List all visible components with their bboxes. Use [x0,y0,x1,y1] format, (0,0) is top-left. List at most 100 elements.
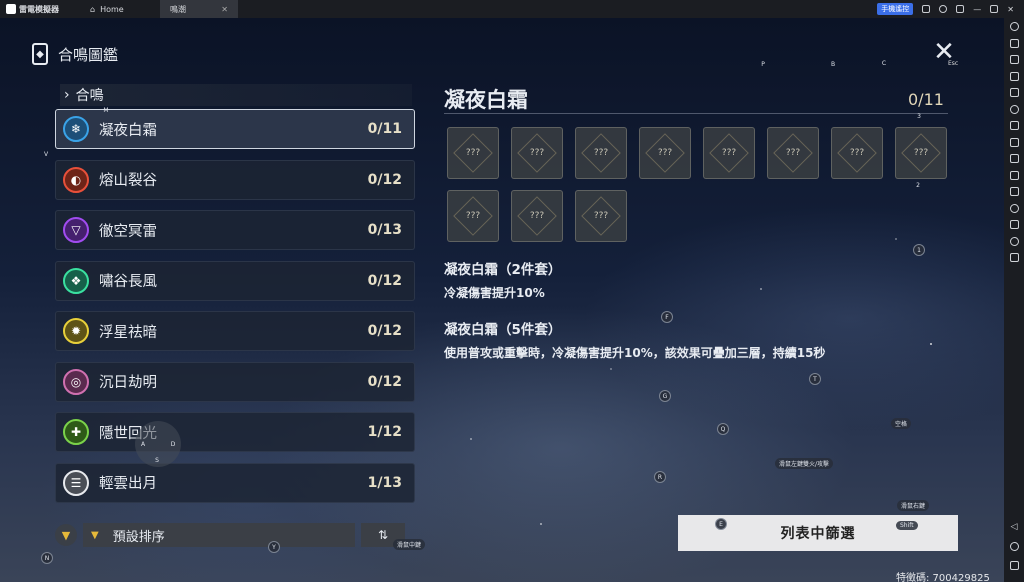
sonata-set-list: ❄ 凝夜白霜 0/11 ◐ 熔山裂谷 0/12 ▽ 徹空冥雷 0/13 ❖ 嘯谷… [55,109,415,513]
key-hint: 1 [913,244,925,256]
key-hint-label: 空格 [891,418,912,429]
set-item-molten[interactable]: ◐ 熔山裂谷 0/12 [55,159,415,200]
feature-code: 特徵碼: 700429825 [896,573,990,582]
healing-icon: ✚ [63,419,89,445]
key-hint: Q [717,423,729,435]
tab-game-label: 鳴潮 [170,4,186,14]
echo-slot-grid: ??? ??? ??? ??? ??? ??? ??? ??? ??? ??? … [447,127,947,242]
shake-icon[interactable] [1009,253,1019,262]
echo-slot[interactable]: ??? [895,127,947,179]
settings-icon[interactable] [1009,22,1019,31]
key-hint: M [103,106,109,114]
key-hint: G [659,390,671,402]
filter-icon[interactable]: ▼ [55,524,77,546]
detail-count: 0/11 [908,90,944,109]
multi-instance-icon[interactable] [1009,170,1019,180]
divider [444,113,948,114]
tab-home[interactable]: ⌂ Home [80,0,160,18]
echo-slot[interactable]: ??? [447,127,499,179]
key-hint: 3 [917,112,921,120]
screenshot-icon[interactable] [1009,121,1019,130]
set-name: 浮星祛暗 [99,324,157,341]
key-hint-label: 滑鼠中鍵 [393,539,426,550]
folder-icon[interactable] [1009,220,1019,229]
set-item-sierra-gale[interactable]: ❖ 嘯谷長風 0/12 [55,260,415,301]
key-hint: A [140,440,146,448]
fusion-icon: ◐ [63,166,89,193]
set-count: 0/12 [367,373,402,390]
key-hint: N [41,552,53,564]
echo-slot[interactable]: ??? [511,190,563,242]
bonus-5pc-title: 凝夜白霜（5件套） [444,322,562,338]
app-brand: 雷電模擬器 [0,4,80,15]
key-hint: E [715,518,727,530]
key-hint-label: 滑鼠右鍵 [897,500,930,511]
key-hint: F [661,311,673,323]
operation-record-icon[interactable] [1009,203,1019,213]
set-count: 0/12 [367,323,402,339]
section-header[interactable]: › 合鳴 [60,84,412,106]
echo-slot[interactable]: ??? [831,127,883,179]
key-hint: B [830,60,836,68]
echo-emblem-icon: ◆ [32,43,48,65]
home-nav-icon[interactable] [1009,542,1019,551]
remote-control-button[interactable]: 手機遙控 [877,3,914,15]
echo-slot[interactable]: ??? [575,127,627,179]
echo-slot[interactable]: ??? [703,127,755,179]
sync-icon[interactable] [1009,187,1019,196]
user-icon[interactable] [939,5,948,13]
echo-slot[interactable]: ??? [511,127,563,179]
recent-apps-icon[interactable] [1009,561,1019,570]
record-icon[interactable] [1009,137,1019,147]
electro-icon: ▽ [63,217,89,243]
key-hint: D [170,440,176,448]
fullscreen-icon[interactable] [1009,88,1019,97]
sort-select[interactable]: ▼ 預設排序 [83,523,355,547]
set-count: 1/13 [367,474,402,491]
echo-slot[interactable]: ??? [575,190,627,242]
rotate-icon[interactable] [1009,104,1019,114]
set-count: 0/12 [367,171,402,188]
key-hint: V [43,150,49,158]
menu-icon[interactable] [956,5,965,13]
key-hint: 2 [916,181,920,189]
page-title: ◆ 合鳴圖鑑 [32,43,118,65]
maximize-icon[interactable] [990,5,999,13]
set-count: 0/12 [367,272,402,289]
volume-down-icon[interactable] [1009,71,1019,81]
esc-hint: Esc [948,60,959,67]
detail-title: 凝夜白霜 [444,88,528,112]
scissors-icon[interactable] [1009,154,1019,163]
window-close-icon[interactable]: ✕ [1007,5,1014,14]
volume-up-icon[interactable] [1009,55,1019,64]
set-item-moonlit-clouds[interactable]: ☰ 輕雲出月 1/13 [55,462,415,503]
back-icon[interactable]: ◁ [1011,522,1018,532]
set-item-celestial-light[interactable]: ✹ 浮星祛暗 0/12 [55,311,415,351]
set-count: 0/13 [367,222,402,238]
emulator-title-bar: 雷電模擬器 ⌂ Home 鳴潮 ✕ 手機遙控 — ✕ [0,0,1024,18]
echo-slot[interactable]: ??? [447,190,499,242]
location-icon[interactable] [1009,236,1019,246]
set-item-sun-sinking[interactable]: ◎ 沉日劫明 0/12 [55,361,415,402]
chevron-right-icon: › [64,87,70,103]
echo-slot[interactable]: ??? [767,127,819,179]
keyboard-icon[interactable] [1009,38,1019,48]
set-item-void-thunder[interactable]: ▽ 徹空冥雷 0/13 [55,210,415,250]
set-name: 凝夜白霜 [99,122,157,139]
echo-slot[interactable]: ??? [639,127,691,179]
bonus-2pc-desc: 冷凝傷害提升10% [444,286,545,300]
close-tab-icon[interactable]: ✕ [221,5,228,14]
set-item-rejuvenating[interactable]: ✚ 隱世回光 1/12 [55,412,415,452]
gamepad-icon[interactable] [922,5,931,13]
bonus-5pc-desc: 使用普攻或重擊時，冷凝傷害提升10%，該效果可疊加三層，持續15秒 [444,346,826,360]
aero-icon: ❖ [63,267,89,294]
tab-home-label: Home [100,4,124,14]
minimize-icon[interactable]: — [973,5,981,14]
set-count: 1/12 [367,424,402,440]
app-name: 雷電模擬器 [19,4,59,14]
key-hint-label: Shift [896,521,918,530]
page-title-text: 合鳴圖鑑 [58,45,119,64]
tab-game[interactable]: 鳴潮 ✕ [160,0,238,18]
sort-label: 預設排序 [112,529,165,545]
section-header-label: 合鳴 [75,88,104,104]
